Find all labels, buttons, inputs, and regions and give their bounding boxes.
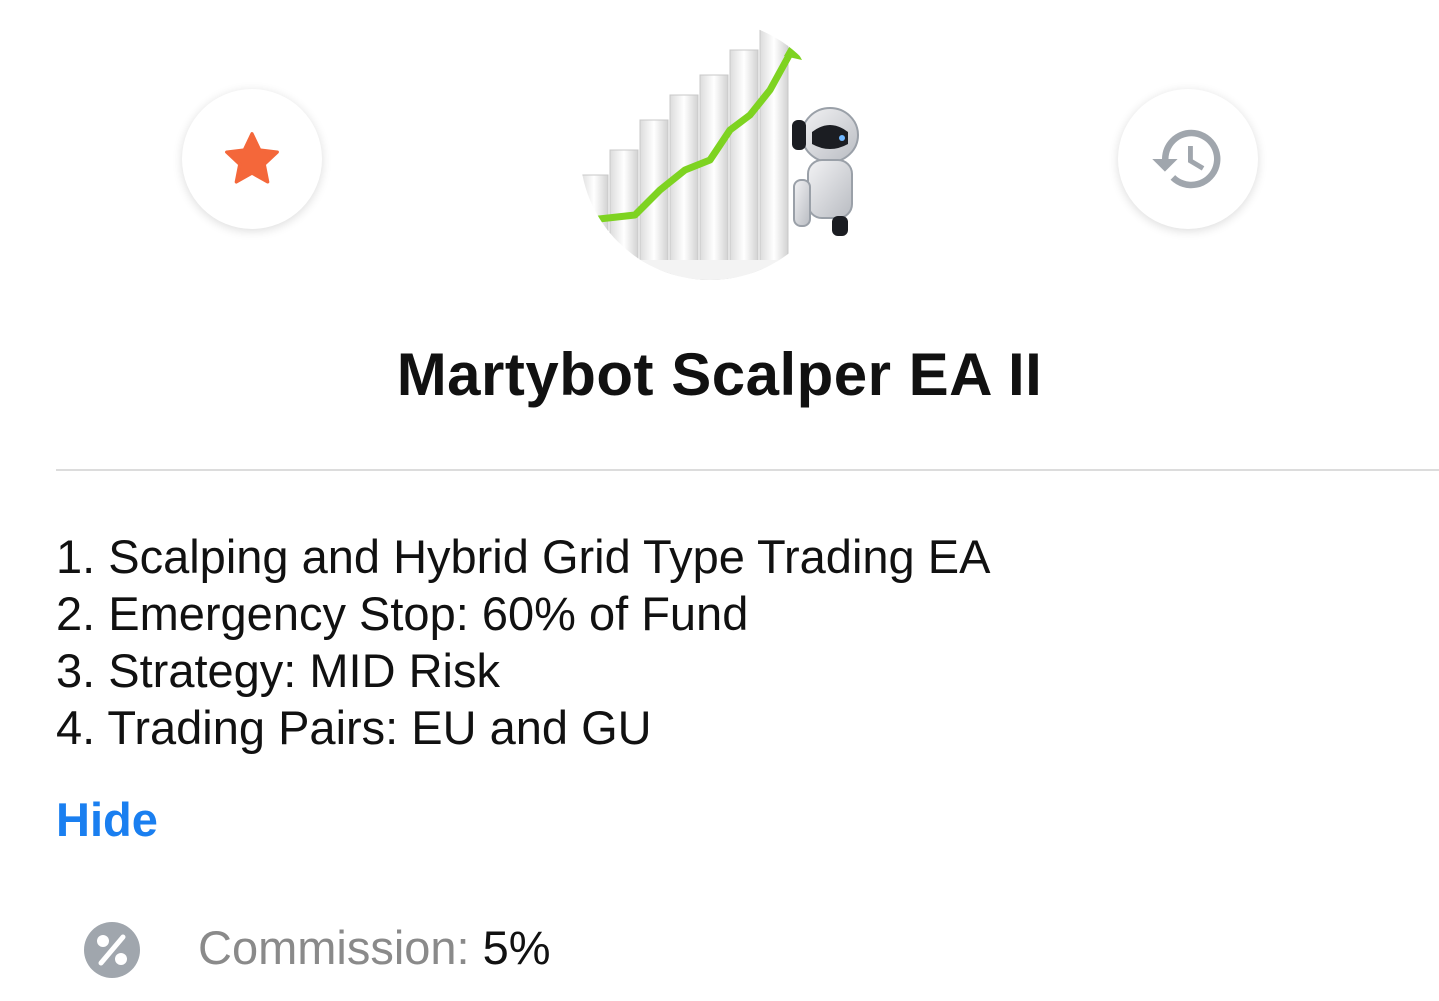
commission-value: 5% xyxy=(482,921,551,974)
description-list: 1. Scalping and Hybrid Grid Type Trading… xyxy=(56,528,990,756)
hide-description-link[interactable]: Hide xyxy=(56,792,158,847)
description-item: 3. Strategy: MID Risk xyxy=(56,644,500,697)
product-title: Martybot Scalper EA II xyxy=(396,341,1043,408)
description-item: 2. Emergency Stop: 60% of Fund xyxy=(56,587,749,640)
commission-text: Commission: 5% xyxy=(198,918,551,978)
divider xyxy=(56,469,1439,471)
product-avatar xyxy=(580,20,870,290)
percent-icon xyxy=(84,922,140,978)
description-item: 1. Scalping and Hybrid Grid Type Trading… xyxy=(56,530,991,583)
history-button[interactable] xyxy=(1118,89,1258,229)
description-item: 4. Trading Pairs: EU and GU xyxy=(56,701,652,754)
history-icon xyxy=(1152,129,1221,189)
favorite-button[interactable] xyxy=(182,89,322,229)
commission-label: Commission: xyxy=(198,921,483,974)
star-icon xyxy=(225,132,279,184)
